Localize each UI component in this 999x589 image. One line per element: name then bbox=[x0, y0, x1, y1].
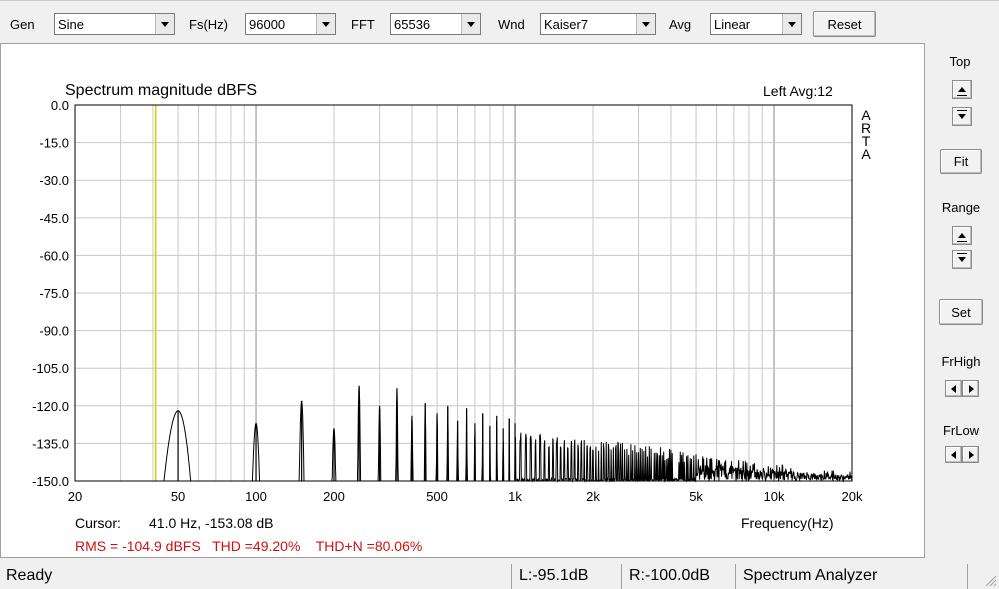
y-tick-label: -45.0 bbox=[39, 211, 69, 226]
top-down-button[interactable] bbox=[952, 107, 972, 126]
x-tick-label: 20 bbox=[68, 489, 82, 504]
chevron-down-icon[interactable] bbox=[461, 14, 480, 34]
spectrum-chart: 0.0 -15.0 -30.0 -45.0 -60.0 -75.0 -90.0 -105.0 -… bbox=[32, 82, 871, 554]
chevron-down-icon[interactable] bbox=[155, 14, 174, 34]
y-tick-label: -90.0 bbox=[39, 324, 69, 339]
generator-select-value: Sine bbox=[58, 17, 85, 32]
y-tick-label: 0.0 bbox=[51, 98, 69, 113]
fft-label: FFT bbox=[351, 17, 375, 32]
x-tick-label: 200 bbox=[323, 489, 345, 504]
y-tick-label: -75.0 bbox=[39, 286, 69, 301]
toolbar: Gen Sine Fs(Hz) 96000 FFT 65536 Wnd Kais… bbox=[0, 0, 999, 42]
sample-rate-select[interactable]: 96000 bbox=[245, 13, 336, 35]
sample-rate-select-value: 96000 bbox=[249, 17, 286, 32]
resize-grip-icon[interactable] bbox=[983, 573, 997, 587]
right-level: R:-100.0dB bbox=[629, 567, 710, 584]
chevron-down-icon[interactable] bbox=[782, 14, 801, 34]
plot-area[interactable]: 0.0 -15.0 -30.0 -45.0 -60.0 -75.0 -90.0 -105.0 -… bbox=[0, 43, 925, 558]
top-label: Top bbox=[949, 54, 971, 69]
status-divider bbox=[967, 564, 968, 589]
status-divider bbox=[621, 564, 622, 589]
cursor-label: Cursor: bbox=[75, 515, 121, 531]
y-tick-label: -60.0 bbox=[39, 248, 69, 263]
status-bar: Ready L:-95.1dB R:-100.0dB Spectrum Anal… bbox=[0, 562, 999, 589]
fft-size-select[interactable]: 65536 bbox=[390, 13, 481, 35]
y-tick-label: -150.0 bbox=[32, 474, 69, 489]
chevron-down-icon[interactable] bbox=[316, 14, 335, 34]
x-tick-label: 1k bbox=[508, 489, 522, 504]
channel-info: Left Avg:12 bbox=[763, 83, 833, 99]
chevron-down-icon[interactable] bbox=[636, 14, 655, 34]
chart-title: Spectrum magnitude dBFS bbox=[65, 82, 257, 99]
frlow-left-button[interactable] bbox=[945, 446, 962, 463]
frhigh-label: FrHigh bbox=[941, 354, 981, 369]
range-label: Range bbox=[941, 200, 981, 215]
averaging-select-value: Linear bbox=[714, 17, 751, 32]
x-tick-label: 2k bbox=[586, 489, 600, 504]
fs-label: Fs(Hz) bbox=[189, 17, 228, 32]
left-level: L:-95.1dB bbox=[519, 567, 589, 584]
y-tick-label: -15.0 bbox=[39, 136, 69, 151]
frlow-label: FrLow bbox=[942, 423, 980, 438]
x-tick-label: 100 bbox=[245, 489, 267, 504]
y-tick-label: -120.0 bbox=[32, 399, 69, 414]
frlow-right-button[interactable] bbox=[962, 446, 979, 463]
x-tick-label: 500 bbox=[426, 489, 448, 504]
window-select-value: Kaiser7 bbox=[544, 17, 589, 32]
range-down-button[interactable] bbox=[952, 250, 972, 269]
generator-select[interactable]: Sine bbox=[54, 13, 175, 35]
x-axis-label: Frequency(Hz) bbox=[741, 515, 834, 531]
reset-button[interactable]: Reset bbox=[813, 11, 876, 37]
y-tick-label: -135.0 bbox=[32, 436, 69, 451]
status-ready: Ready bbox=[6, 567, 53, 584]
measurement-readout: RMS = -104.9 dBFS THD =49.20% THD+N =80.… bbox=[75, 538, 422, 554]
watermark-letter: A bbox=[861, 146, 871, 162]
averaging-select[interactable]: Linear bbox=[710, 13, 802, 35]
fit-button[interactable]: Fit bbox=[940, 149, 982, 174]
window-select[interactable]: Kaiser7 bbox=[540, 13, 656, 35]
spectrum-trace bbox=[75, 386, 853, 483]
frhigh-left-button[interactable] bbox=[945, 380, 962, 397]
gen-label: Gen bbox=[10, 17, 35, 32]
x-tick-label: 50 bbox=[171, 489, 185, 504]
range-up-button[interactable] bbox=[952, 226, 972, 245]
fft-size-select-value: 65536 bbox=[394, 17, 431, 32]
frhigh-right-button[interactable] bbox=[962, 380, 979, 397]
x-tick-label: 20k bbox=[842, 489, 863, 504]
y-tick-label: -105.0 bbox=[32, 361, 69, 376]
cursor-readout: 41.0 Hz, -153.08 dB bbox=[149, 515, 274, 531]
status-divider bbox=[735, 564, 736, 589]
avg-label: Avg bbox=[669, 17, 692, 32]
status-divider bbox=[511, 564, 512, 589]
x-tick-label: 5k bbox=[689, 489, 703, 504]
window-label: Wnd bbox=[498, 17, 525, 32]
y-tick-label: -30.0 bbox=[39, 173, 69, 188]
set-button[interactable]: Set bbox=[939, 299, 983, 325]
x-tick-label: 10k bbox=[764, 489, 785, 504]
top-up-button[interactable] bbox=[952, 80, 972, 99]
mode-label: Spectrum Analyzer bbox=[743, 567, 878, 584]
